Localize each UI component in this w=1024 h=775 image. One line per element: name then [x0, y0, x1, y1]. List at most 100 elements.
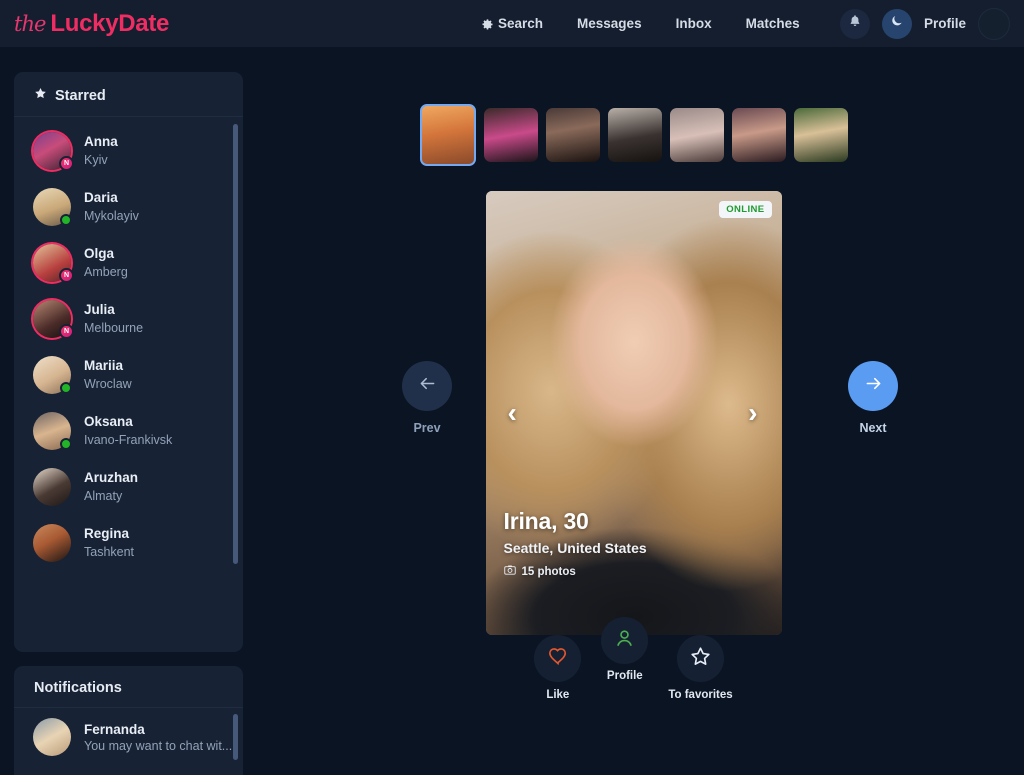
bell-icon — [848, 14, 862, 33]
nav-item-messages[interactable]: Messages — [577, 16, 642, 31]
contact-name: Julia — [84, 302, 115, 318]
new-message-badge: N — [59, 156, 74, 171]
nav-item-inbox[interactable]: Inbox — [676, 16, 712, 31]
user-avatar[interactable] — [978, 7, 1010, 40]
to-favorites-label: To favorites — [668, 689, 733, 701]
profile-photo-card[interactable]: ONLINE ‹ › Irina, 30 Seattle, United Sta… — [485, 191, 782, 635]
gear-icon — [482, 18, 493, 30]
starred-item-anna[interactable]: N Anna Kyiv — [14, 123, 243, 179]
camera-icon — [503, 564, 516, 579]
starred-item-julia[interactable]: N Julia Melbourne — [14, 291, 243, 347]
next-profile-button[interactable]: Next — [826, 361, 920, 435]
contact-name: Mariia — [84, 358, 124, 374]
notifications-bell-button[interactable] — [839, 8, 870, 39]
contact-name: Regina — [84, 526, 130, 542]
app-logo[interactable]: the LuckyDate — [14, 10, 169, 38]
sidebar: Starred N Anna Kyiv Daria Mykolayiv N Ol… — [0, 47, 243, 775]
profile-photos-count: 15 photos — [503, 564, 647, 579]
thumbnail-4[interactable] — [607, 108, 662, 162]
notification-name: Fernanda — [84, 721, 145, 737]
to-favorites-button[interactable]: To favorites — [668, 635, 733, 701]
contact-city: Kyiv — [84, 152, 108, 167]
notifications-title: Notifications — [14, 666, 243, 708]
profile-actions: Like Profile To favorites — [486, 617, 782, 701]
new-message-badge: N — [59, 324, 74, 339]
new-message-badge: N — [59, 268, 74, 283]
starred-panel: Starred N Anna Kyiv Daria Mykolayiv N Ol… — [14, 72, 243, 652]
prev-label: Prev — [413, 421, 441, 435]
thumbnail-2[interactable] — [483, 108, 538, 162]
nav-label-search: Search — [498, 16, 544, 31]
starred-item-oksana[interactable]: Oksana Ivano-Frankivsk — [14, 403, 243, 459]
prev-profile-button[interactable]: Prev — [380, 361, 474, 435]
starred-list-scrollbar[interactable] — [233, 124, 238, 640]
online-indicator — [60, 214, 72, 226]
contact-city: Mykolayiv — [84, 208, 139, 223]
starred-header: Starred — [14, 72, 243, 117]
notifications-scrollbar[interactable] — [233, 714, 238, 775]
starred-item-regina[interactable]: Regina Tashkent — [14, 515, 243, 571]
like-label: Like — [546, 689, 570, 701]
scrollbar-thumb[interactable] — [233, 124, 238, 564]
online-indicator — [60, 438, 72, 450]
thumbnail-6[interactable] — [731, 108, 786, 162]
contact-name: Aruzhan — [84, 470, 138, 486]
contact-city: Amberg — [84, 264, 128, 279]
starred-title: Starred — [55, 87, 106, 104]
header-actions: Profile — [839, 0, 1010, 47]
header-profile-link[interactable]: Profile — [924, 16, 966, 31]
contact-city: Tashkent — [84, 544, 135, 559]
moon-icon — [890, 14, 904, 33]
avatar — [33, 356, 72, 394]
profile-location: Seattle, United States — [503, 540, 647, 556]
contact-city: Ivano-Frankivsk — [84, 432, 173, 447]
scrollbar-thumb[interactable] — [233, 714, 238, 760]
starred-item-olga[interactable]: N Olga Amberg — [14, 235, 243, 291]
contact-name: Oksana — [84, 414, 133, 430]
profile-action-label: Profile — [606, 670, 643, 682]
contact-name: Anna — [84, 134, 118, 150]
thumbnail-5[interactable] — [669, 108, 724, 162]
app-header: the LuckyDate Search Messages Inbox Matc… — [0, 0, 1024, 47]
nav-label-messages: Messages — [577, 16, 642, 31]
contact-city: Almaty — [84, 488, 123, 503]
main-navigation: Search Messages Inbox Matches — [482, 0, 800, 47]
starred-item-daria[interactable]: Daria Mykolayiv — [14, 179, 243, 235]
arrow-left-icon — [417, 373, 438, 399]
notification-text: You may want to chat wit... — [84, 739, 233, 754]
thumbnail-3[interactable] — [545, 108, 600, 162]
nav-label-inbox: Inbox — [675, 16, 712, 31]
next-label: Next — [859, 421, 887, 435]
avatar: N — [33, 300, 74, 339]
status-badge: ONLINE — [719, 201, 772, 218]
profile-info: Irina, 30 Seattle, United States 15 phot… — [504, 508, 647, 579]
thumbnail-7[interactable] — [793, 108, 848, 162]
nav-item-matches[interactable]: Matches — [746, 16, 800, 31]
avatar: N — [33, 132, 74, 171]
logo-the-text: the — [14, 11, 46, 36]
avatar: N — [33, 244, 74, 283]
online-indicator — [60, 382, 72, 394]
like-button[interactable]: Like — [534, 635, 582, 701]
chevron-right-icon[interactable]: › — [748, 399, 757, 427]
avatar — [33, 188, 72, 226]
logo-brand-text: LuckyDate — [50, 9, 170, 37]
nav-label-matches: Matches — [745, 16, 800, 31]
theme-toggle-button[interactable] — [881, 8, 912, 39]
notifications-panel: Notifications Fernanda You may want to c… — [14, 666, 243, 775]
heart-icon — [547, 645, 569, 672]
contact-name: Daria — [84, 190, 118, 206]
chevron-left-icon[interactable]: ‹ — [508, 399, 517, 427]
notification-item[interactable]: Fernanda You may want to chat wit... — [14, 708, 243, 756]
avatar — [33, 468, 71, 506]
starred-item-mariia[interactable]: Mariia Wroclaw — [14, 347, 243, 403]
profile-button[interactable]: Profile — [601, 617, 649, 701]
profile-name-age: Irina, 30 — [503, 508, 589, 534]
avatar — [33, 524, 71, 562]
nav-item-search[interactable]: Search — [482, 16, 543, 31]
thumbnail-1-selected[interactable] — [419, 104, 476, 166]
star-icon — [34, 87, 47, 104]
starred-list: N Anna Kyiv Daria Mykolayiv N Olga Amber… — [14, 117, 243, 641]
avatar — [33, 718, 71, 756]
starred-item-aruzhan[interactable]: Aruzhan Almaty — [14, 459, 243, 515]
